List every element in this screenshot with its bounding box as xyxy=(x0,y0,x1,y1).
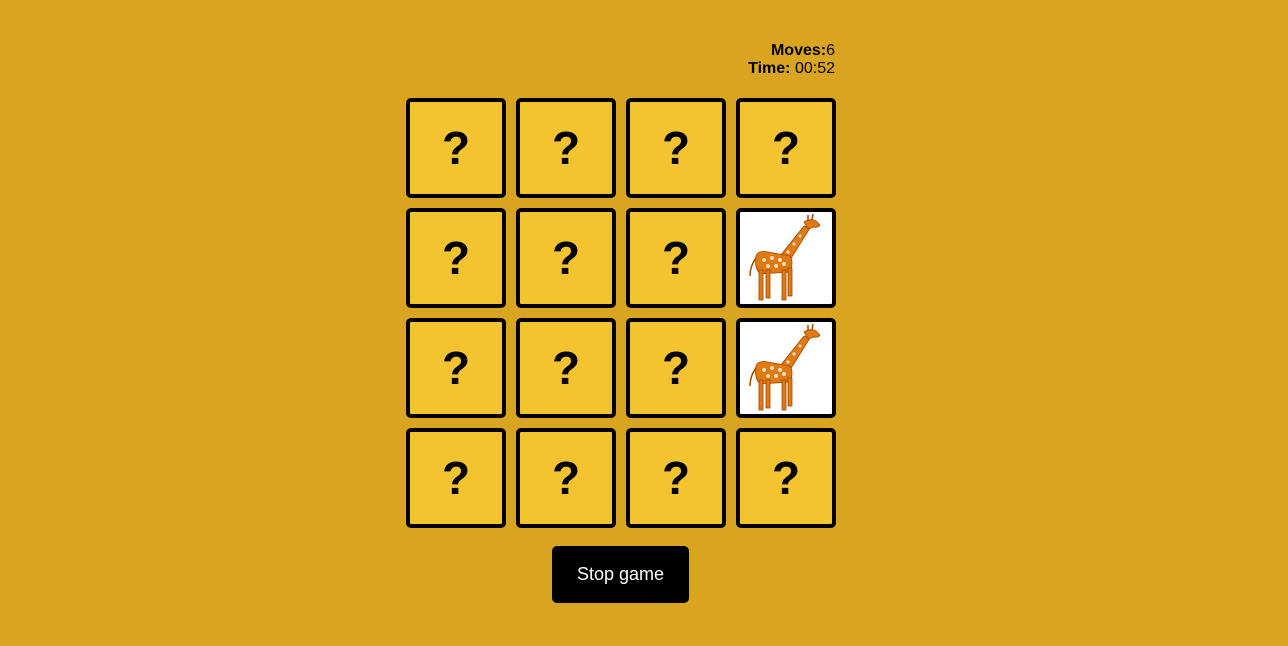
card-revealed-8[interactable] xyxy=(736,208,836,308)
question-mark: ? xyxy=(661,232,691,284)
card-hidden-6[interactable]: ? xyxy=(516,208,616,308)
moves-counter: Moves:6 xyxy=(748,42,835,60)
card-hidden-7[interactable]: ? xyxy=(626,208,726,308)
question-mark: ? xyxy=(551,452,581,504)
card-grid: ??????? ??? ? ? ? ? xyxy=(406,98,836,528)
question-mark: ? xyxy=(551,232,581,284)
time-label: Time: xyxy=(748,60,791,77)
card-hidden-2[interactable]: ? xyxy=(516,98,616,198)
card-hidden-14[interactable]: ? xyxy=(516,428,616,528)
card-hidden-9[interactable]: ? xyxy=(406,318,506,418)
card-hidden-15[interactable]: ? xyxy=(626,428,726,528)
giraffe-icon xyxy=(749,323,821,411)
question-mark: ? xyxy=(551,122,581,174)
card-hidden-11[interactable]: ? xyxy=(626,318,726,418)
question-mark: ? xyxy=(771,122,801,174)
moves-value: 6 xyxy=(826,42,835,59)
card-revealed-12[interactable] xyxy=(736,318,836,418)
giraffe-icon xyxy=(749,213,821,301)
question-mark: ? xyxy=(441,342,471,394)
game-stats: Moves:6 Time: 00:52 xyxy=(748,42,835,78)
question-mark: ? xyxy=(661,452,691,504)
question-mark: ? xyxy=(551,342,581,394)
card-hidden-10[interactable]: ? xyxy=(516,318,616,418)
question-mark: ? xyxy=(441,122,471,174)
question-mark: ? xyxy=(441,452,471,504)
stop-game-button[interactable]: Stop game xyxy=(552,546,689,603)
card-hidden-4[interactable]: ? xyxy=(736,98,836,198)
question-mark: ? xyxy=(661,342,691,394)
time-value: 00:52 xyxy=(794,60,835,77)
card-hidden-13[interactable]: ? xyxy=(406,428,506,528)
card-hidden-16[interactable]: ? xyxy=(736,428,836,528)
card-hidden-1[interactable]: ? xyxy=(406,98,506,198)
question-mark: ? xyxy=(661,122,691,174)
moves-label: Moves: xyxy=(770,42,827,59)
card-hidden-3[interactable]: ? xyxy=(626,98,726,198)
question-mark: ? xyxy=(771,452,801,504)
timer: Time: 00:52 xyxy=(748,60,835,78)
card-hidden-5[interactable]: ? xyxy=(406,208,506,308)
question-mark: ? xyxy=(441,232,471,284)
